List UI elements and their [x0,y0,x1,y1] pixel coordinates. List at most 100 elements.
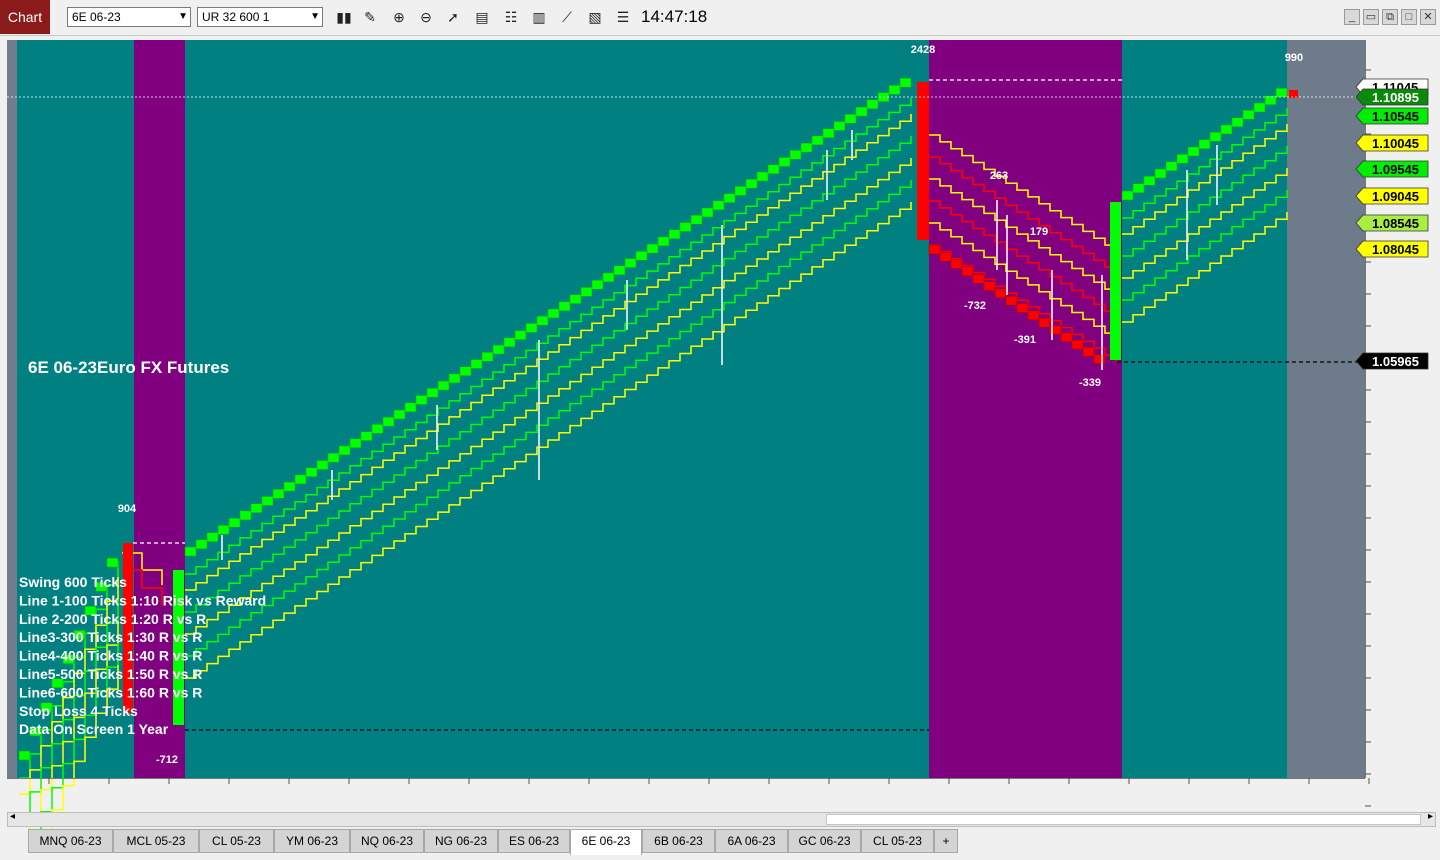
zoom-out-icon[interactable]: ⊖ [416,7,436,27]
up-brick [822,128,835,138]
legend-line: Line 2-200 Ticks 1:20 R vs R [19,611,206,627]
up-brick [646,243,659,254]
tab-6a-06-23[interactable]: 6A 06-23 [715,829,788,853]
legend-line: Line4-400 Ticks 1:40 R vs R [19,648,202,664]
data-box-icon[interactable]: ▤ [472,7,492,27]
down-brick [928,244,941,255]
price-axis-panel [1365,40,1436,830]
up-brick [448,373,461,384]
down-brick [1060,332,1073,343]
indicator-icon[interactable]: ⟋ [557,7,577,27]
tab-mcl-05-23[interactable]: MCL 05-23 [113,829,199,853]
up-brick [1209,132,1222,142]
pencil-icon[interactable]: ✎ [360,7,380,27]
up-brick [767,164,780,175]
tab-6e-06-23[interactable]: 6E 06-23 [570,829,642,855]
bar-chart-icon[interactable]: ▥ [529,7,549,27]
up-brick [327,452,340,463]
scroll-left-icon[interactable]: ◂ [10,811,15,822]
down-brick [994,288,1007,299]
strategy-icon[interactable]: ▧ [585,7,605,27]
up-brick [1143,176,1156,186]
maximize-icon[interactable]: □ [1401,9,1417,25]
tab-cl-05-23[interactable]: CL 05-23 [199,829,274,853]
price-label: 1.10045 [1372,136,1419,151]
up-brick [1132,183,1145,193]
purple-zone-2 [929,40,1122,778]
tab-cl-05-23[interactable]: CL 05-23 [861,829,934,853]
up-brick [316,460,329,470]
tab-es-06-23[interactable]: ES 06-23 [498,829,570,853]
up-brick [228,517,241,528]
up-brick [800,142,813,153]
legend-line: Line6-600 Ticks 1:60 R vs R [19,684,202,700]
up-brick [1264,95,1277,105]
legend-line: Line3-300 Ticks 1:30 R vs R [19,629,202,645]
minimize-icon[interactable]: _ [1344,9,1360,25]
up-brick [1275,88,1288,98]
up-brick [734,186,747,196]
swing-annotation: 990 [1285,52,1303,64]
scroll-right-icon[interactable]: ▸ [1428,811,1433,822]
close-icon[interactable]: ✕ [1420,9,1436,25]
up-brick [712,200,725,211]
chevron-down-icon: ▼ [178,11,188,22]
legend-line: Line 1-100 Ticks 1:10 Risk vs Reward [19,592,266,608]
up-brick [657,236,670,247]
up-brick [481,352,494,362]
instrument-selector[interactable]: 6E 06-23 ▼ [67,7,191,27]
bars-icon[interactable]: ▮▮ [334,7,354,27]
tab-gc-06-23[interactable]: GC 06-23 [788,829,861,853]
up-brick [1154,168,1167,179]
tab-ym-06-23[interactable]: YM 06-23 [274,829,350,853]
up-brick [1253,102,1266,113]
up-brick [195,539,208,550]
up-brick [580,287,593,297]
down-brick [961,266,974,277]
down-brick [972,274,985,284]
up-brick [459,366,472,376]
instrument-tab-bar: MNQ 06-23 MCL 05-23 CL 05-23 YM 06-23 NQ 06-… [0,829,1440,860]
up-brick [470,359,483,369]
up-brick [415,395,428,405]
tile-icon[interactable]: ⧉ [1382,9,1398,25]
price-label: 1.08545 [1372,216,1419,231]
up-brick [558,301,571,312]
chart-panel[interactable]: 6E 06-23Euro FX Futures Swing 600 Ticks Li… [7,40,1436,860]
legend-line: Swing 600 Ticks [19,574,127,590]
up-brick [624,258,637,268]
up-brick [1198,139,1211,149]
zoom-in-icon[interactable]: ⊕ [389,7,409,27]
swing-annotation: -391 [1014,334,1036,346]
price-label: 1.08045 [1372,242,1419,257]
restore-icon[interactable]: ▭ [1363,9,1379,25]
up-brick [1242,110,1255,120]
up-brick [723,193,736,203]
swing-annotation: 179 [1030,226,1048,238]
horizontal-scrollbar[interactable]: ◂ ▸ [7,811,1436,827]
scroll-thumb[interactable] [826,814,1421,825]
tab-nq-06-23[interactable]: NQ 06-23 [350,829,424,853]
chart-toolbar: Chart 6E 06-23 ▼ UR 32 600 1 ▼ ▮▮ ✎ ⊕ ⊖ … [0,0,1440,36]
list-icon[interactable]: ☰ [613,7,633,27]
up-brick [261,496,274,506]
up-brick [888,85,901,95]
tab-ng-06-23[interactable]: NG 06-23 [424,829,498,853]
add-tab-button[interactable]: + [934,829,958,853]
cursor-icon[interactable]: ➚ [443,7,463,27]
up-brick [272,489,285,499]
properties-icon[interactable]: ☷ [501,7,521,27]
price-label: 1.09045 [1372,189,1419,204]
down-brick [1027,310,1040,321]
up-brick [1220,124,1233,135]
up-brick [591,279,604,290]
right-margin-zone [1287,40,1365,778]
chart-canvas[interactable]: 6E 06-23Euro FX Futures Swing 600 Ticks Li… [7,40,1436,860]
tab-mnq-06-23[interactable]: MNQ 06-23 [28,829,113,853]
up-brick [899,77,912,88]
up-brick [283,481,296,492]
swing-annotation: -712 [156,754,178,766]
bar-type-selector[interactable]: UR 32 600 1 ▼ [197,7,323,27]
tab-6b-06-23[interactable]: 6B 06-23 [642,829,715,853]
up-brick [217,525,230,535]
